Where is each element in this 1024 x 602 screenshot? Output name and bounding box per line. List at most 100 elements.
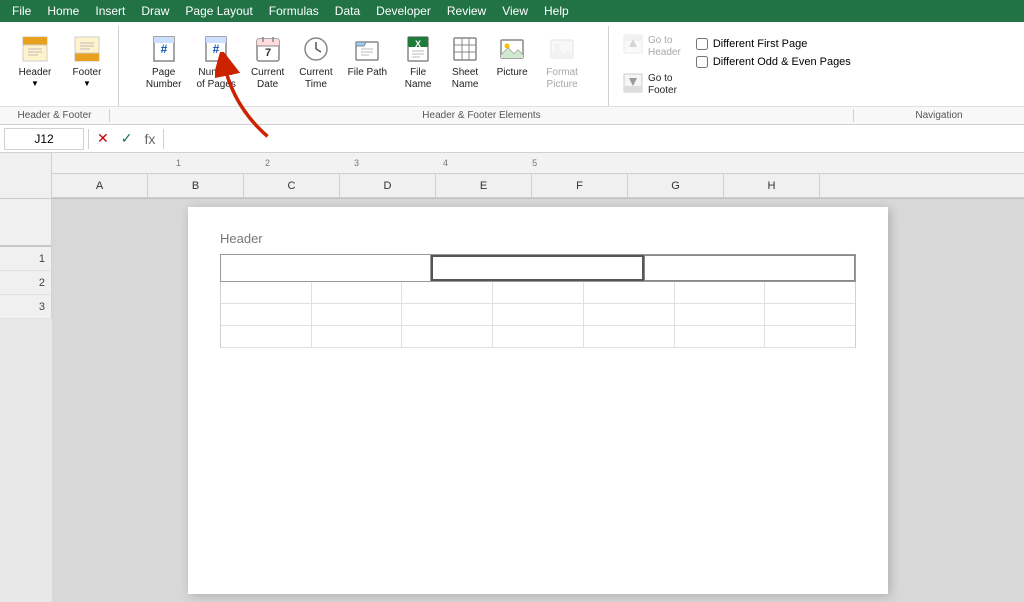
ribbon-content: Header ▼ Footer: [0, 26, 1024, 106]
header-dropdown-arrow: ▼: [31, 79, 39, 88]
sheet-header-cell-1[interactable]: [221, 255, 431, 281]
svg-text:X: X: [415, 39, 421, 49]
ribbon-labels-bar: Header & Footer Header & Footer Elements…: [0, 106, 1024, 124]
cell-2-3[interactable]: [402, 304, 493, 326]
cell-2-2[interactable]: [312, 304, 403, 326]
rulers-container: 1 2 3 4 5 A B C D E F G H: [52, 153, 1024, 198]
row-num-2: 2: [0, 271, 52, 295]
row-num-3: 3: [0, 295, 52, 319]
cell-3-2[interactable]: [312, 326, 403, 348]
different-first-checkbox[interactable]: [696, 38, 708, 50]
current-date-button[interactable]: 7 CurrentDate: [244, 28, 291, 96]
menu-view[interactable]: View: [494, 2, 536, 20]
footer-icon: [71, 33, 103, 65]
elements-section-label: Header & Footer Elements: [110, 109, 854, 122]
format-picture-icon: [546, 33, 578, 65]
menu-page-layout[interactable]: Page Layout: [177, 2, 260, 20]
cell-2-7[interactable]: [765, 304, 855, 326]
col-b[interactable]: B: [148, 174, 244, 197]
different-odd-checkbox[interactable]: [696, 56, 708, 68]
sheet-header-cell-3[interactable]: [644, 255, 855, 281]
menu-file[interactable]: File: [4, 2, 39, 20]
cell-2-1[interactable]: [221, 304, 312, 326]
footer-button[interactable]: Footer ▼: [62, 28, 112, 93]
formula-input[interactable]: [168, 132, 1020, 146]
file-name-button[interactable]: X FileName: [395, 28, 441, 96]
sheet-name-button[interactable]: SheetName: [442, 28, 488, 96]
sheet-data-row-1: [221, 282, 855, 304]
menu-help[interactable]: Help: [536, 2, 577, 20]
different-first-label: Different First Page: [713, 38, 808, 50]
cell-1-4[interactable]: [493, 282, 584, 304]
sheet-header-text: Header: [220, 231, 856, 246]
header-footer-section-label: Header & Footer: [0, 109, 110, 122]
menu-developer[interactable]: Developer: [368, 2, 439, 20]
cell-1-7[interactable]: [765, 282, 855, 304]
go-to-footer-button[interactable]: Go toFooter: [615, 67, 688, 102]
nav-buttons: Go toHeader Go toFooter: [615, 28, 688, 102]
sheet-header-cell-2[interactable]: [431, 255, 644, 281]
cell-2-5[interactable]: [584, 304, 675, 326]
menu-insert[interactable]: Insert: [87, 2, 133, 20]
cancel-icon[interactable]: ✕: [93, 130, 113, 147]
number-of-pages-button[interactable]: # Numberof Pages: [189, 28, 242, 96]
ruler-mark-2: 2: [265, 158, 270, 168]
go-to-footer-label: Go toFooter: [648, 73, 677, 97]
col-h[interactable]: H: [724, 174, 820, 197]
sheet-name-label: SheetName: [452, 67, 479, 91]
cell-2-6[interactable]: [675, 304, 766, 326]
cell-1-5[interactable]: [584, 282, 675, 304]
cell-1-3[interactable]: [402, 282, 493, 304]
cell-1-2[interactable]: [312, 282, 403, 304]
cell-3-6[interactable]: [675, 326, 766, 348]
go-to-header-button[interactable]: Go toHeader: [615, 28, 688, 65]
cell-reference-box[interactable]: [4, 128, 84, 150]
different-odd-checkbox-item: Different Odd & Even Pages: [696, 56, 851, 68]
col-c[interactable]: C: [244, 174, 340, 197]
current-time-label: CurrentTime: [299, 67, 332, 91]
menu-data[interactable]: Data: [327, 2, 368, 20]
col-f[interactable]: F: [532, 174, 628, 197]
cell-3-3[interactable]: [402, 326, 493, 348]
main-content-area: 1 2 3 4 5 A B C D E F G H: [52, 153, 1024, 602]
current-time-button[interactable]: CurrentTime: [292, 28, 339, 96]
picture-label: Picture: [497, 67, 528, 79]
menu-review[interactable]: Review: [439, 2, 494, 20]
different-odd-label: Different Odd & Even Pages: [713, 56, 851, 68]
svg-text:#: #: [160, 42, 167, 56]
ruler-mark-3: 3: [354, 158, 359, 168]
cell-3-7[interactable]: [765, 326, 855, 348]
menu-formulas[interactable]: Formulas: [261, 2, 327, 20]
ruler-mark-4: 4: [443, 158, 448, 168]
sheet-data-row-3: [221, 326, 855, 348]
ruler-mark-5: 5: [532, 158, 537, 168]
picture-button[interactable]: Picture: [489, 28, 535, 84]
file-path-button[interactable]: File Path: [341, 28, 394, 84]
formula-bar-divider2: [163, 129, 164, 149]
col-g[interactable]: G: [628, 174, 724, 197]
cell-1-1[interactable]: [221, 282, 312, 304]
confirm-icon[interactable]: ✓: [117, 130, 137, 147]
header-button[interactable]: Header ▼: [10, 28, 60, 93]
cell-3-1[interactable]: [221, 326, 312, 348]
footer-dropdown-arrow: ▼: [83, 79, 91, 88]
go-to-header-icon: [622, 33, 644, 60]
page-number-button[interactable]: # PageNumber: [139, 28, 189, 96]
menu-home[interactable]: Home: [39, 2, 87, 20]
cell-2-4[interactable]: [493, 304, 584, 326]
cell-3-5[interactable]: [584, 326, 675, 348]
top-rulers: 1 2 3 4 5 A B C D E F G H: [52, 153, 1024, 199]
file-path-icon: [351, 33, 383, 65]
row-num-empty: [0, 199, 52, 247]
fx-icon[interactable]: fx: [140, 131, 159, 147]
menu-draw[interactable]: Draw: [133, 2, 177, 20]
col-d[interactable]: D: [340, 174, 436, 197]
navigation-section-label: Navigation: [854, 109, 1024, 122]
col-e[interactable]: E: [436, 174, 532, 197]
cell-1-6[interactable]: [675, 282, 766, 304]
format-picture-button[interactable]: FormatPicture: [536, 28, 588, 96]
sheet-paper: Header: [188, 207, 888, 594]
header-label: Header: [19, 67, 52, 79]
cell-3-4[interactable]: [493, 326, 584, 348]
col-a[interactable]: A: [52, 174, 148, 197]
